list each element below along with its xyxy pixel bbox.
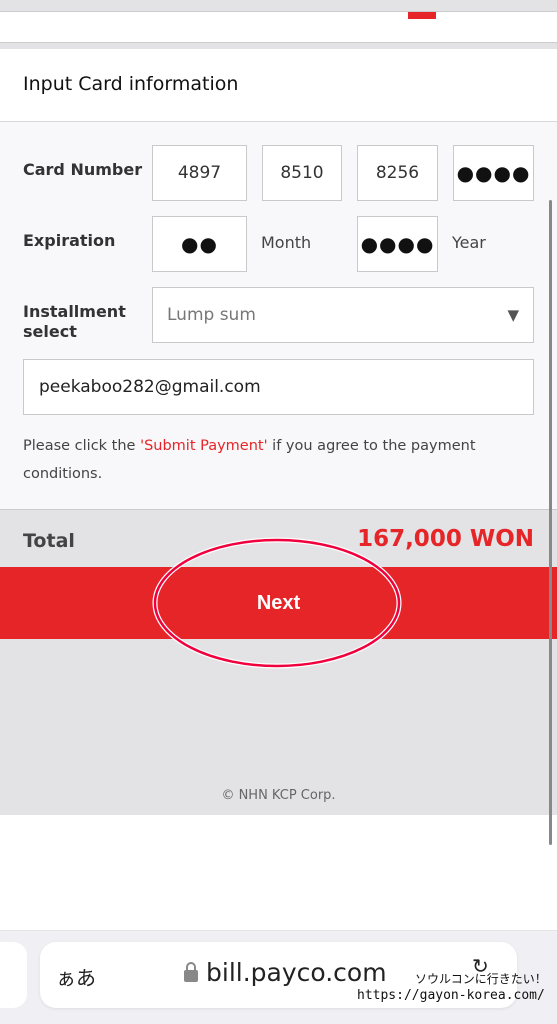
notice-text: Please click the [23,438,141,454]
watermark-text: ソウルコンに行きたい！ [415,972,547,986]
card-number-field-1[interactable]: 4897 [152,145,247,201]
installment-select[interactable]: Lump sum ▼ [152,287,534,343]
card-number-field-4[interactable]: ●●●● [453,145,534,201]
top-tab-area [0,12,557,42]
payment-notice: Please click the 'Submit Payment' if you… [23,432,523,488]
text-size-button[interactable]: ぁあ [56,962,96,991]
total-section: Total 167,000 WON [0,509,557,567]
total-label: Total [23,530,75,552]
page-title: Input Card information [23,73,239,95]
expiration-year-field[interactable]: ●●●● [357,216,438,272]
dropdown-arrow-icon: ▼ [507,306,519,324]
card-number-label: Card Number [23,160,143,179]
watermark-url: https://gayon-korea.com/ [357,988,545,1003]
installment-label: Installment select [23,302,126,341]
expiration-month-field[interactable]: ●● [152,216,247,272]
active-tab-indicator [408,12,436,19]
total-amount: 167,000 WON [357,526,534,552]
previous-tab-pill[interactable] [0,942,27,1008]
card-number-field-2[interactable]: 8510 [262,145,342,201]
installment-value: Lump sum [167,305,256,325]
notice-highlight: 'Submit Payment' [140,438,268,454]
scrollbar[interactable] [549,200,552,845]
month-label: Month [261,233,312,252]
expiration-label: Expiration [23,231,116,250]
card-number-field-3[interactable]: 8256 [357,145,438,201]
section-header: Input Card information [0,49,557,122]
email-field[interactable]: peekaboo282@gmail.com [23,359,534,415]
url-text: bill.payco.com [206,958,387,987]
top-gray-strip [0,0,557,12]
next-button[interactable]: Next [0,567,557,639]
url-display[interactable]: bill.payco.com [184,958,387,987]
lock-icon [184,961,198,982]
separator [0,42,557,49]
year-label: Year [452,233,486,252]
copyright: © NHN KCP Corp. [221,788,336,803]
